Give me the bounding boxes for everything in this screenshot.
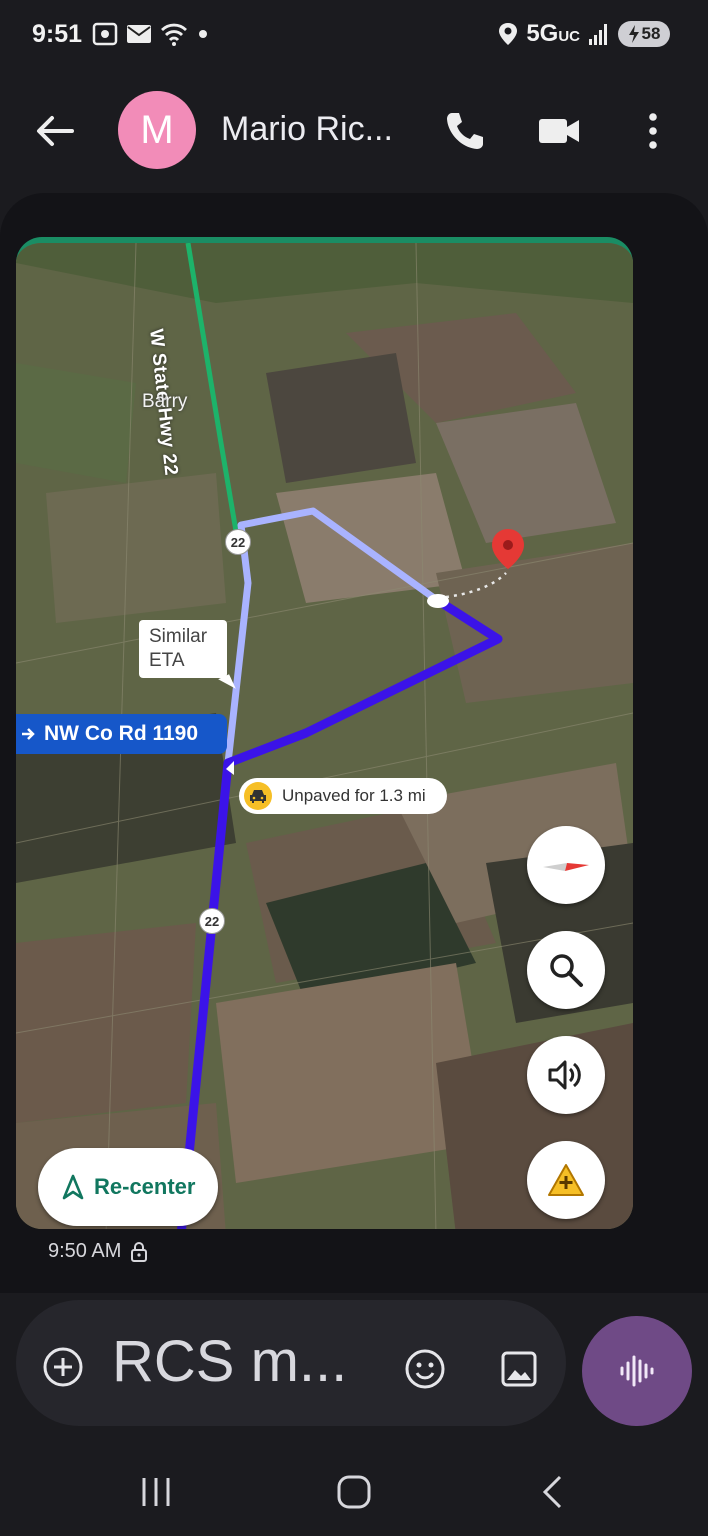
back-button[interactable]: [522, 1470, 582, 1514]
route-shield: 22: [225, 529, 251, 555]
battery-indicator: 58: [618, 21, 670, 47]
timestamp-text: 9:50 AM: [48, 1240, 122, 1262]
recent-apps-icon: [142, 1478, 170, 1506]
search-icon: [550, 954, 583, 987]
charging-icon: [628, 25, 639, 43]
network-label: 5G: [526, 20, 559, 47]
turn-arrow-icon: [22, 728, 35, 740]
place-label: Barry: [142, 391, 188, 412]
add-attachment-icon[interactable]: [42, 1346, 84, 1388]
add-report-icon: [548, 1164, 584, 1196]
status-notifications: [92, 22, 210, 46]
conversation-header: M Mario Ric...: [0, 80, 708, 180]
battery-level: 58: [641, 24, 661, 43]
screenshot-icon: [92, 22, 118, 46]
compass-icon: [543, 863, 589, 871]
contact-avatar[interactable]: M: [118, 91, 196, 169]
next-street-banner: NW Co Rd 1190: [16, 714, 227, 754]
network-type: 5GUC: [526, 20, 580, 48]
gallery-icon[interactable]: [500, 1350, 538, 1388]
map-screenshot-message[interactable]: W State Hwy 22 Barry 22 22 Similar ETA N…: [16, 237, 633, 1229]
video-call-icon[interactable]: [536, 108, 582, 154]
report-incident-button[interactable]: [527, 1141, 605, 1219]
home-icon: [337, 1475, 371, 1509]
message-timestamp: 9:50 AM: [48, 1240, 148, 1263]
route-shield: 22: [199, 908, 225, 934]
more-options-icon[interactable]: [630, 108, 676, 154]
voice-waveform-icon: [620, 1355, 654, 1387]
voice-message-button[interactable]: [582, 1316, 692, 1426]
lock-icon: [131, 1241, 148, 1262]
search-button[interactable]: [527, 931, 605, 1009]
back-chevron-icon: [542, 1475, 562, 1509]
back-arrow-icon[interactable]: [32, 108, 78, 154]
compose-bar: RCS m...: [16, 1300, 566, 1426]
compass-button[interactable]: [527, 826, 605, 904]
message-input[interactable]: RCS m...: [112, 1328, 347, 1395]
similar-eta-label: Similar ETA: [139, 620, 227, 678]
location-icon: [499, 23, 518, 45]
dot-icon: [199, 30, 207, 38]
home-button[interactable]: [324, 1470, 384, 1514]
signal-icon: [589, 24, 607, 45]
street-name: NW Co Rd 1190: [44, 722, 199, 745]
volume-icon: [548, 1060, 581, 1090]
status-time: 9:51: [32, 20, 83, 48]
recenter-label: Re-center: [94, 1174, 196, 1199]
status-system: 5GUC 58: [498, 20, 670, 48]
phone-call-icon[interactable]: [442, 108, 488, 154]
navigation-arrow-icon: [62, 1174, 84, 1200]
car-icon: [244, 782, 272, 810]
recenter-button[interactable]: Re-center: [38, 1148, 218, 1226]
wifi-icon: [161, 23, 187, 46]
network-sub-label: UC: [558, 28, 580, 45]
emoji-icon[interactable]: [404, 1348, 446, 1390]
email-icon: [127, 25, 151, 43]
contact-name[interactable]: Mario Ric...: [221, 110, 393, 149]
messages-screen: 9:51 5GUC 58 M Mario Ric... W State Hwy …: [0, 0, 708, 1536]
unpaved-text: Unpaved for 1.3 mi: [282, 786, 426, 805]
system-navigation-bar: [0, 1450, 708, 1536]
sound-button[interactable]: [527, 1036, 605, 1114]
status-bar: 9:51 5GUC 58: [0, 0, 708, 72]
recent-apps-button[interactable]: [126, 1470, 186, 1514]
unpaved-warning: Unpaved for 1.3 mi: [239, 778, 447, 814]
